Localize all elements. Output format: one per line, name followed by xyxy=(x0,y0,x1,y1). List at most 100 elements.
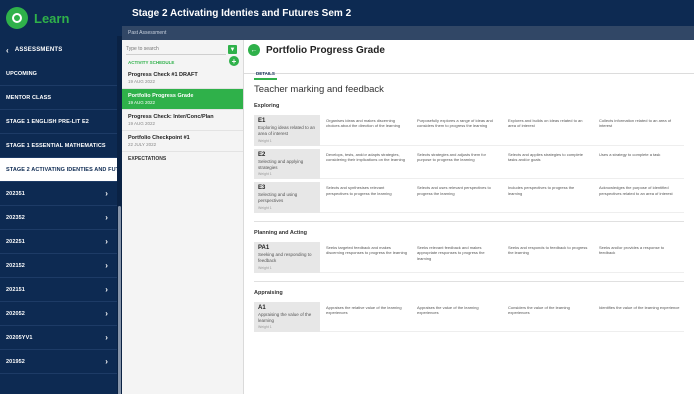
criterion-cell[interactable]: E1 Exploring ideas related to an area of … xyxy=(254,115,320,146)
list-item[interactable]: Progress Check: Inter/Conc/Plan 19 AUG 20… xyxy=(122,110,243,131)
criterion-name: Selecting and using perspectives xyxy=(258,192,298,204)
sidebar-item-label: 202352 xyxy=(6,214,25,221)
sidebar-item-label: STAGE 1 ENGLISH PRE-LIT E2 xyxy=(6,118,89,125)
list-item[interactable]: Progress Check #1 DRAFT 19 AUG 2022 xyxy=(122,68,243,89)
criterion-name: Selecting and applying strategies xyxy=(258,158,304,170)
criterion-weight: Weight 1 xyxy=(258,172,272,177)
chevron-right-icon: › xyxy=(105,333,108,342)
chevron-right-icon: › xyxy=(105,309,108,318)
sidebar-nav: UPCOMING MENTOR CLASS STAGE 1 ENGLISH PRE-… xyxy=(0,62,122,374)
filter-button[interactable]: ▼ xyxy=(228,45,237,54)
performance-level-cell[interactable]: Selects and uses relevant perspectives t… xyxy=(411,182,502,214)
performance-level-cell[interactable]: Includes perspectives to progress the le… xyxy=(502,182,593,214)
group-title: Planning and Acting xyxy=(254,230,307,237)
criterion-weight: Weight 1 xyxy=(258,325,272,330)
performance-level-cell[interactable]: Seeks and/or provides a response to feed… xyxy=(593,242,684,273)
rubric-row: E2 Selecting and applying strategies Weigh… xyxy=(254,148,694,180)
performance-level-cell[interactable]: Uses a strategy to complete a task xyxy=(593,149,684,180)
list-section-expectations[interactable]: EXPECTATIONS xyxy=(122,152,243,166)
sidebar-item[interactable]: STAGE 1 ESSENTIAL MATHEMATICS xyxy=(0,134,122,158)
search-input[interactable] xyxy=(126,43,226,55)
main-title: Portfolio Progress Grade xyxy=(266,44,385,56)
chevron-right-icon: › xyxy=(105,357,108,366)
sidebar-scrollbar-thumb[interactable] xyxy=(118,206,121,394)
criterion-code: E3 xyxy=(258,185,266,192)
performance-level-cell[interactable]: Organises ideas and makes discerning cho… xyxy=(320,115,411,146)
criterion-name: Appraising the value of the learning xyxy=(258,311,312,323)
sidebar-item[interactable]: 202151 › xyxy=(0,278,122,302)
sidebar-item[interactable]: 201952 › xyxy=(0,350,122,374)
sidebar-item[interactable]: STAGE 2 ACTIVATING IDENTIES AND FUTURES xyxy=(0,158,122,182)
performance-level-cell[interactable]: Seeks and responds to feedback to progre… xyxy=(502,242,593,273)
section-divider xyxy=(254,280,684,282)
performance-level-cell[interactable]: Selects and synthesises relevant perspec… xyxy=(320,182,411,214)
performance-level-cell[interactable]: Considers the value of the learning expe… xyxy=(502,302,593,333)
sidebar-item-label: 202052 xyxy=(6,310,25,317)
section-divider xyxy=(254,221,684,223)
list-item-title: Portfolio Checkpoint #1 xyxy=(128,135,190,141)
criterion-cell[interactable]: PA1 Seeking and responding to feedback Wei… xyxy=(254,242,320,273)
performance-level-cell[interactable]: Appraises the relative value of the lear… xyxy=(320,302,411,333)
performance-level-cell[interactable]: Purposefully explores a range of ideas a… xyxy=(411,115,502,146)
rubric: Exploring E1 Exploring ideas related to an… xyxy=(244,103,694,333)
rubric-row: E3 Selecting and using perspectives Weight… xyxy=(254,182,694,214)
main-header: ← Portfolio Progress Grade xyxy=(244,40,694,60)
sidebar-item[interactable]: 202351 › xyxy=(0,182,122,206)
sidebar-item-label: STAGE 1 ESSENTIAL MATHEMATICS xyxy=(6,142,106,149)
criterion-cell[interactable]: E3 Selecting and using perspectives Weight… xyxy=(254,182,320,214)
criterion-weight: Weight 1 xyxy=(258,206,272,211)
performance-level-cell[interactable]: Seeks targeted feedback and makes discer… xyxy=(320,242,411,273)
performance-level-cell[interactable]: Seeks relevant feedback and makes approp… xyxy=(411,242,502,273)
criterion-weight: Weight 1 xyxy=(258,138,272,143)
sidebar-item[interactable]: STAGE 1 ENGLISH PRE-LIT E2 xyxy=(0,110,122,134)
section-title: Teacher marking and feedback xyxy=(254,84,384,95)
performance-level-cell[interactable]: Explores and builds on ideas related to … xyxy=(502,115,593,146)
sidebar-item-label: 202351 xyxy=(6,190,25,197)
sidebar-item-label: 20205YV1 xyxy=(6,334,33,341)
sidebar-item[interactable]: 20205YV1 › xyxy=(0,326,122,350)
performance-level-cell[interactable]: Develops, tests, and/or adapts strategie… xyxy=(320,149,411,180)
performance-level-cell[interactable]: Acknowledges the purpose of identified p… xyxy=(593,182,684,214)
add-icon: + xyxy=(231,56,237,66)
performance-level-cell[interactable]: Identifies the value of the learning exp… xyxy=(593,302,684,333)
add-button[interactable]: + xyxy=(229,56,239,66)
performance-level-cell[interactable]: Collects information related to an area … xyxy=(593,115,684,146)
list-item[interactable]: Portfolio Progress Grade 19 AUG 2022 xyxy=(122,89,243,110)
main-back-button[interactable]: ← xyxy=(248,44,260,56)
breadcrumb: Past Assessment xyxy=(122,26,694,40)
performance-level-cell[interactable]: Selects strategies and adjusts them for … xyxy=(411,149,502,180)
sidebar-item[interactable]: 202052 › xyxy=(0,302,122,326)
sidebar-item[interactable]: 202352 › xyxy=(0,206,122,230)
criterion-code: A1 xyxy=(258,304,266,311)
main-content: ← Portfolio Progress Grade DETAILS Teach… xyxy=(244,40,694,394)
criterion-name: Exploring ideas related to an area of in… xyxy=(258,125,316,136)
tab-details[interactable]: DETAILS xyxy=(254,68,277,80)
sidebar-item[interactable]: 202152 › xyxy=(0,254,122,278)
sidebar-item-label: MENTOR CLASS xyxy=(6,94,52,101)
criterion-cell[interactable]: A1 Appraising the value of the learning We… xyxy=(254,301,320,333)
list-item-date: 19 AUG 2022 xyxy=(128,79,156,84)
brand[interactable]: Learn xyxy=(0,0,122,36)
chevron-right-icon: › xyxy=(105,189,108,198)
performance-level-cell[interactable]: Selects and applies strategies to comple… xyxy=(502,149,593,180)
sidebar-item-label: UPCOMING xyxy=(6,70,38,77)
criterion-cell[interactable]: E2 Selecting and applying strategies Weigh… xyxy=(254,148,320,180)
sidebar-item-label: 201952 xyxy=(6,358,25,365)
sidebar-item-label: 202152 xyxy=(6,262,25,269)
sidebar-item[interactable]: UPCOMING xyxy=(0,62,122,86)
performance-level-cell[interactable]: Appraises the value of the learning expe… xyxy=(411,302,502,333)
sidebar-item[interactable]: 202251 › xyxy=(0,230,122,254)
rubric-row: E1 Exploring ideas related to an area of … xyxy=(254,115,694,146)
criterion-code: PA1 xyxy=(258,245,270,252)
chevron-left-icon: ‹ xyxy=(6,45,9,55)
page-header: Stage 2 Activating Identies and Futures … xyxy=(122,0,694,26)
sort-label[interactable]: ACTIVITY SCHEDULE xyxy=(128,60,174,65)
group-title: Exploring xyxy=(254,103,280,109)
rubric-row: PA1 Seeking and responding to feedback Wei… xyxy=(254,242,694,273)
list-item[interactable]: Portfolio Checkpoint #1 22 JULY 2022 xyxy=(122,131,243,152)
sidebar-item[interactable]: MENTOR CLASS xyxy=(0,86,122,110)
sidebar-back-label: ASSESSMENTS xyxy=(14,47,63,53)
assessment-list-panel: ▼ ACTIVITY SCHEDULE + Progress Check #1 … xyxy=(122,40,244,394)
sidebar-item-label: STAGE 2 ACTIVATING IDENTIES AND FUTURES xyxy=(6,166,122,173)
sidebar-back-assessments[interactable]: ‹ ASSESSMENTS xyxy=(0,38,122,62)
